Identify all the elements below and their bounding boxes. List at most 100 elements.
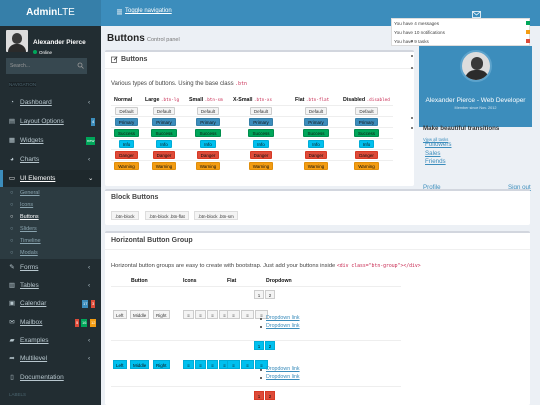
default-button[interactable]: Default	[196, 107, 220, 115]
notification-label	[526, 21, 530, 25]
danger-button[interactable]: Danger	[355, 151, 378, 159]
danger-button[interactable]: Danger	[196, 151, 220, 159]
success-button[interactable]: Success	[303, 129, 329, 137]
block-flat-button[interactable]: .btn-block .btn-flat	[145, 211, 189, 220]
friends-link[interactable]: Friends	[425, 158, 446, 165]
success-button[interactable]: Success	[113, 129, 139, 137]
default-button[interactable]: Default	[355, 107, 378, 115]
warning-button[interactable]: Warning	[354, 162, 379, 171]
danger-button[interactable]: Danger	[152, 151, 176, 159]
sidebar-subitem-general[interactable]: ○ General	[0, 187, 101, 199]
search-icon	[77, 62, 84, 69]
info-button[interactable]: Info	[253, 140, 269, 148]
sidebar-subitem-icons[interactable]: ○ Icons	[0, 199, 101, 211]
align-icon[interactable]: ≡	[207, 310, 218, 319]
align-icon[interactable]: ≡	[241, 360, 254, 369]
dropdown-number-button[interactable]: 1	[254, 290, 264, 299]
dropdown-link[interactable]: Dropdown link	[266, 374, 300, 380]
default-button[interactable]: Default	[249, 107, 273, 115]
warning-button[interactable]: Warning	[114, 162, 139, 171]
middle-button[interactable]: Middle	[130, 360, 150, 369]
align-icon[interactable]: ≡	[195, 360, 206, 369]
align-icon[interactable]: ≡	[227, 360, 240, 369]
envelope-icon[interactable]	[472, 11, 481, 18]
default-button[interactable]: Default	[304, 107, 328, 115]
primary-button[interactable]: Primary	[114, 118, 139, 126]
warning-button[interactable]: Warning	[248, 162, 274, 171]
followers-link[interactable]: Followers	[425, 141, 451, 148]
info-button[interactable]: Info	[118, 140, 135, 148]
sidebar-subitem-modals[interactable]: ○ Modals	[0, 247, 101, 259]
notification-item[interactable]: You have 4 messages	[394, 21, 439, 26]
success-button[interactable]: Success	[248, 129, 274, 137]
primary-button[interactable]: Primary	[354, 118, 379, 126]
column-header: Dropdown	[266, 278, 292, 284]
sidebar-item-widgets[interactable]: ▦ Widgets new	[0, 132, 101, 150]
scroll-marker	[411, 40, 413, 42]
sidebar-subitem-sliders[interactable]: ○ Sliders	[0, 223, 101, 235]
align-icon[interactable]: ≡	[241, 310, 254, 319]
align-icon[interactable]: ≡	[195, 310, 206, 319]
sidebar-item-dashboard[interactable]: ◔ Dashboard ‹	[0, 94, 101, 112]
logo[interactable]: AdminLTE	[0, 0, 101, 26]
dropdown-link[interactable]: Dropdown link	[266, 323, 300, 329]
default-button[interactable]: Default	[115, 107, 138, 115]
align-icon[interactable]: ≡	[207, 360, 218, 369]
success-button[interactable]: Success	[151, 129, 177, 137]
primary-button[interactable]: Primary	[304, 118, 328, 126]
sidebar-toggle[interactable]: Toggle navigation	[125, 8, 172, 14]
bars-icon[interactable]	[117, 9, 123, 15]
primary-button[interactable]: Primary	[249, 118, 273, 126]
default-button[interactable]: Default	[152, 107, 176, 115]
align-icon[interactable]: ≡	[227, 310, 240, 319]
danger-button[interactable]: Danger	[249, 151, 273, 159]
info-button[interactable]: Info	[308, 140, 324, 148]
dropdown-number-button[interactable]: 2	[265, 391, 275, 400]
dropdown-number-button[interactable]: 1	[254, 391, 264, 400]
warning-button[interactable]: Warning	[303, 162, 329, 171]
sidebar-item-charts[interactable]: ◕ Charts ‹	[0, 151, 101, 169]
success-button[interactable]: Success	[353, 129, 379, 137]
left-button[interactable]: Left	[113, 360, 127, 369]
sidebar-item-documentation[interactable]: ▯ Documentation	[0, 369, 101, 387]
notification-item[interactable]: You have 10 notifications	[394, 30, 445, 35]
sidebar-subitem-timeline[interactable]: ○ Timeline	[0, 235, 101, 247]
sidebar-item-examples[interactable]: ▰ Examples ‹	[0, 332, 101, 350]
dropdown-number-button[interactable]: 2	[265, 341, 275, 350]
sales-link[interactable]: Sales	[425, 150, 440, 157]
middle-button[interactable]: Middle	[130, 310, 150, 319]
info-button[interactable]: Info	[156, 140, 172, 148]
align-icon[interactable]: ≡	[183, 360, 194, 369]
primary-button[interactable]: Primary	[152, 118, 176, 126]
warning-button[interactable]: Warning	[195, 162, 221, 171]
danger-button[interactable]: Danger	[115, 151, 138, 159]
align-icon[interactable]: ≡	[183, 310, 194, 319]
warning-button[interactable]: Warning	[151, 162, 177, 171]
scroll-marker	[411, 67, 413, 69]
right-button[interactable]: Right	[153, 310, 170, 319]
success-button[interactable]: Success	[195, 129, 221, 137]
column-header: Large .btn-lg	[145, 97, 180, 103]
search-button[interactable]	[74, 58, 87, 74]
sidebar-item-layout-options[interactable]: ▤ Layout Options 4	[0, 113, 101, 131]
block-sm-button[interactable]: .btn-block .btn-sm	[194, 211, 238, 220]
info-button[interactable]: Info	[200, 140, 216, 148]
chevron-left-icon: ‹	[88, 337, 91, 344]
sidebar-item-calendar[interactable]: ▣ Calendar 17 3	[0, 295, 101, 313]
right-button[interactable]: Right	[153, 360, 170, 369]
left-button[interactable]: Left	[113, 310, 127, 319]
sidebar-item-multilevel[interactable]: ➦ Multilevel ‹	[0, 350, 101, 368]
info-button[interactable]: Info	[358, 140, 375, 148]
danger-button[interactable]: Danger	[304, 151, 328, 159]
sidebar-item-ui-elements[interactable]: ▭ UI Elements ⌄	[0, 170, 101, 188]
dropdown-link[interactable]: Dropdown link	[266, 315, 300, 321]
dropdown-number-button[interactable]: 1	[254, 341, 264, 350]
sidebar-item-tables[interactable]: ▥ Tables ‹	[0, 277, 101, 295]
sidebar-item-forms[interactable]: ✎ Forms ‹	[0, 259, 101, 277]
sidebar-item-mailbox[interactable]: ✉ Mailbox 5 16 12	[0, 314, 101, 332]
primary-button[interactable]: Primary	[196, 118, 220, 126]
sidebar-subitem-buttons[interactable]: ○ Buttons	[0, 211, 101, 223]
block-button[interactable]: .btn-block	[111, 211, 139, 220]
dropdown-link[interactable]: Dropdown link	[266, 366, 300, 372]
dropdown-number-button[interactable]: 2	[265, 290, 275, 299]
